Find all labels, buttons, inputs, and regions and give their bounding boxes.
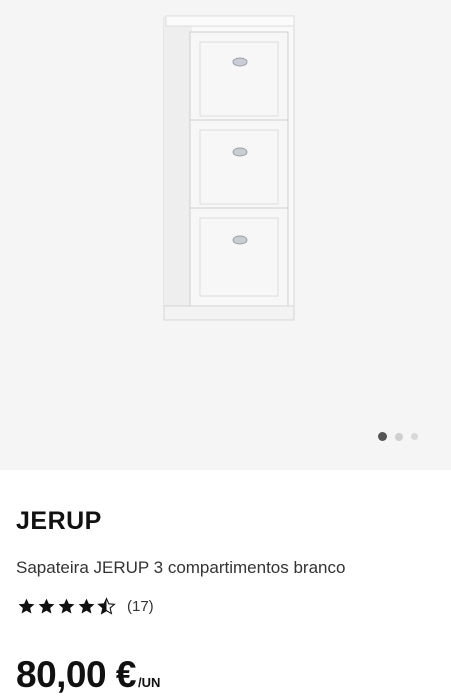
carousel-dot-active[interactable] [378,432,387,441]
star-icon [38,598,55,614]
star-icon [18,598,35,614]
carousel-dot[interactable] [411,433,418,440]
carousel-indicators [378,432,418,441]
star-icon [78,598,95,614]
price-unit: /UN [137,675,161,690]
price-value: 80,00 € [16,654,136,695]
product-description: Sapateira JERUP 3 compartimentos branco [16,558,346,577]
product-image-gallery[interactable] [0,0,451,470]
star-half-icon [97,597,116,615]
product-image[interactable] [158,14,298,324]
rating-stars [17,597,116,616]
review-count[interactable]: (17) [127,598,154,615]
carousel-dot[interactable] [395,432,403,441]
product-price: 80,00 € /UN [16,654,160,696]
star-icon [58,598,75,614]
product-brand: JERUP [16,507,102,535]
product-rating[interactable]: (17) [17,597,154,616]
